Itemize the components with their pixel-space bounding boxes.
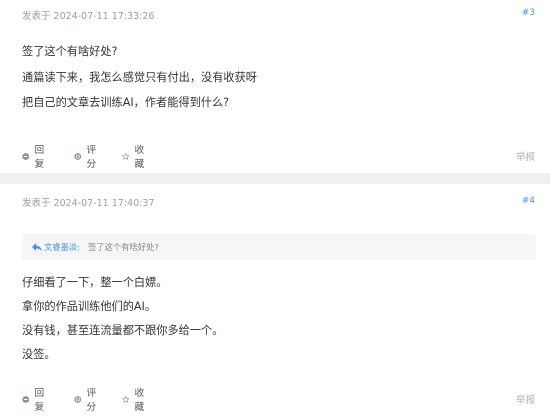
report-link[interactable]: 举报 bbox=[516, 392, 535, 406]
rate-label: 评分 bbox=[86, 145, 97, 170]
post-line: 没有钱，甚至连流量都不跟你多给一个。 bbox=[22, 324, 224, 337]
post-floor-4: 发表于 2024-07-11 17:40:37 #4 文睿墨淡: 签了这个有啥好… bbox=[0, 184, 550, 417]
quote-block: 文睿墨淡: 签了这个有啥好处? bbox=[22, 234, 536, 260]
reply-label: 回复 bbox=[34, 388, 45, 413]
rate-circle-icon bbox=[74, 152, 82, 160]
minus-circle-icon bbox=[22, 395, 30, 403]
reply-button[interactable]: 回复 bbox=[22, 388, 48, 413]
post-meta: 发表于 2024-07-11 17:33:26 bbox=[22, 11, 155, 22]
post-line: 签了这个有啥好处? bbox=[22, 45, 118, 58]
favorite-button[interactable]: 收藏 bbox=[122, 145, 148, 170]
reply-button[interactable]: 回复 bbox=[22, 145, 48, 170]
post-line: 仔细看了一下，整一个白嫖。 bbox=[22, 276, 168, 289]
post-line: 通篇读下来，我怎么感觉只有付出，没有收获呀 bbox=[22, 71, 257, 84]
post-floor-3: 发表于 2024-07-11 17:33:26 #3 签了这个有啥好处? 通篇读… bbox=[0, 0, 550, 173]
post-line: 没签。 bbox=[22, 348, 56, 361]
star-icon bbox=[122, 395, 130, 403]
favorite-button[interactable]: 收藏 bbox=[122, 388, 148, 413]
reply-arrow-icon bbox=[32, 243, 42, 252]
post-line: 把自己的文章去训练AI，作者能得到什么? bbox=[22, 96, 230, 109]
star-icon bbox=[122, 152, 130, 160]
rate-circle-icon bbox=[74, 395, 82, 403]
favorite-label: 收藏 bbox=[134, 388, 145, 413]
floor-number-link[interactable]: #4 bbox=[522, 196, 535, 206]
post-divider bbox=[0, 173, 550, 184]
post-line: 拿你的作品训练他们的AI。 bbox=[22, 300, 157, 313]
floor-number-link[interactable]: #3 bbox=[522, 8, 535, 18]
favorite-label: 收藏 bbox=[134, 145, 145, 170]
rate-label: 评分 bbox=[86, 388, 97, 413]
rate-button[interactable]: 评分 bbox=[74, 388, 100, 413]
post-meta: 发表于 2024-07-11 17:40:37 bbox=[22, 198, 155, 209]
rate-button[interactable]: 评分 bbox=[74, 145, 100, 170]
minus-circle-icon bbox=[22, 152, 30, 160]
quote-author-link[interactable]: 文睿墨淡: bbox=[44, 241, 80, 253]
report-link[interactable]: 举报 bbox=[516, 149, 535, 163]
reply-label: 回复 bbox=[34, 145, 45, 170]
quote-text: 签了这个有啥好处? bbox=[88, 242, 159, 252]
